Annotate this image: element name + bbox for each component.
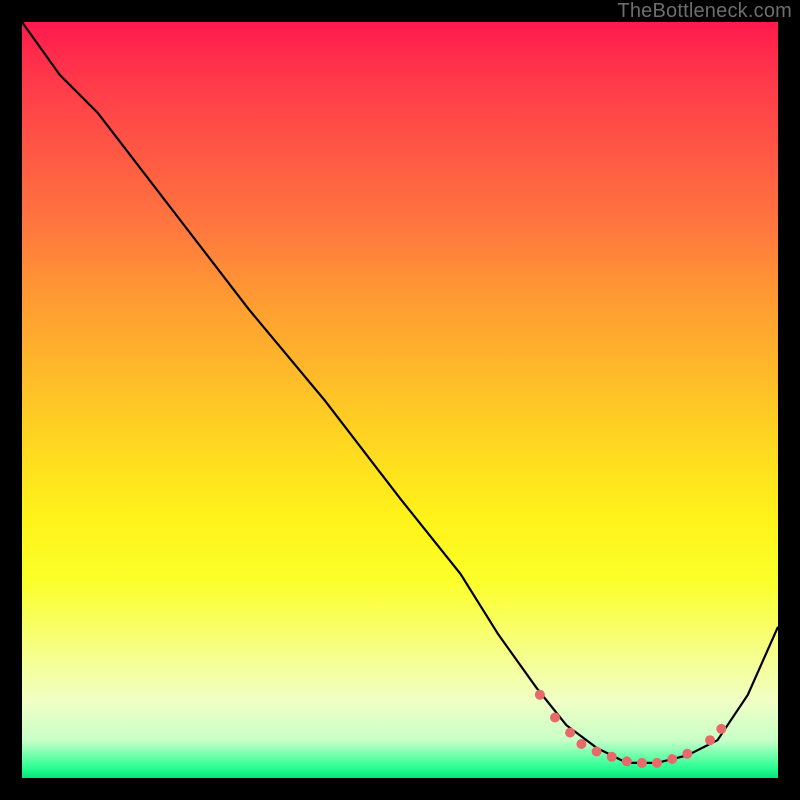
valley-dot xyxy=(565,728,575,738)
chart-container: TheBottleneck.com xyxy=(0,0,800,800)
valley-dot xyxy=(592,747,602,757)
valley-dot xyxy=(607,752,617,762)
main-curve xyxy=(22,22,778,763)
valley-dot xyxy=(682,749,692,759)
valley-dot xyxy=(716,724,726,734)
curve-svg xyxy=(22,22,778,778)
valley-dot xyxy=(622,756,632,766)
valley-dot xyxy=(576,739,586,749)
plot-area xyxy=(22,22,778,778)
valley-dot xyxy=(550,713,560,723)
valley-dot xyxy=(652,758,662,768)
valley-dots xyxy=(535,690,726,768)
valley-dot xyxy=(637,758,647,768)
valley-dot xyxy=(705,735,715,745)
valley-dot xyxy=(667,754,677,764)
valley-dot xyxy=(535,690,545,700)
watermark-text: TheBottleneck.com xyxy=(617,0,792,23)
